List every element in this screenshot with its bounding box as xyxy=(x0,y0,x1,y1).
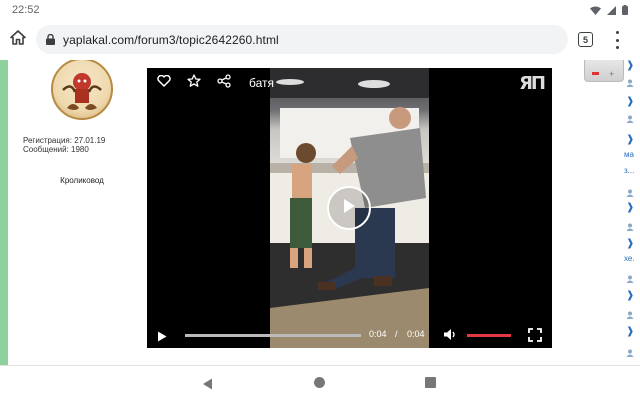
tab-switcher-button[interactable]: 5 xyxy=(578,32,593,47)
post-accent-stripe xyxy=(0,60,8,365)
user-icon xyxy=(626,218,634,231)
message-count: Сообщений: 1980 xyxy=(23,145,89,154)
share-icon[interactable] xyxy=(217,73,231,93)
time-separator: / xyxy=(395,329,398,339)
nav-home-icon[interactable] xyxy=(314,377,325,388)
lock-icon xyxy=(46,34,55,45)
zoom-out-icon[interactable] xyxy=(592,72,599,75)
user-icon xyxy=(626,270,634,283)
zoom-in-icon[interactable]: + xyxy=(609,69,614,79)
progress-bar[interactable] xyxy=(185,334,361,337)
system-nav-bar xyxy=(0,366,640,400)
video-player[interactable]: батя ЯП 0:04 / 0:04 xyxy=(147,68,552,348)
user-avatar[interactable] xyxy=(51,60,113,120)
play-button[interactable] xyxy=(327,186,371,230)
fullscreen-icon[interactable] xyxy=(528,328,542,347)
wifi-icon xyxy=(590,6,601,15)
snippet-text[interactable]: ма xyxy=(624,150,634,159)
play-icon xyxy=(342,198,356,219)
browser-toolbar: yaplakal.com/forum3/topic2642260.html 5 xyxy=(0,20,640,60)
status-icons xyxy=(590,5,628,15)
current-time: 0:04 xyxy=(369,329,387,339)
reply-arrow-icon[interactable]: ❱ xyxy=(626,202,634,213)
reply-arrow-icon[interactable]: ❱ xyxy=(626,96,634,107)
total-time: 0:04 xyxy=(407,329,425,339)
username[interactable]: Кроликовод xyxy=(22,176,142,185)
player-controls: 0:04 / 0:04 xyxy=(147,322,552,348)
volume-icon[interactable] xyxy=(443,328,457,346)
snippet-text[interactable]: хе. xyxy=(624,254,635,263)
home-icon xyxy=(10,30,26,50)
reply-arrow-icon[interactable]: ❱ xyxy=(626,238,634,249)
zoom-control[interactable]: + xyxy=(584,60,624,82)
reply-arrow-icon[interactable]: ❱ xyxy=(626,326,634,337)
nav-recent-icon[interactable] xyxy=(425,377,436,388)
signal-icon xyxy=(607,5,616,15)
reply-arrow-icon[interactable]: ❱ xyxy=(626,60,634,71)
registration-date: Регистрация: 27.01.19 xyxy=(23,136,106,145)
address-bar[interactable]: yaplakal.com/forum3/topic2642260.html xyxy=(36,25,568,54)
user-icon xyxy=(626,306,634,319)
yap-logo: ЯП xyxy=(519,73,546,94)
progress-fill xyxy=(185,334,361,337)
user-icon xyxy=(626,184,634,197)
reply-arrow-icon[interactable]: ❱ xyxy=(626,290,634,301)
status-bar: 22:52 xyxy=(0,0,640,20)
star-icon[interactable] xyxy=(187,74,201,92)
user-icon xyxy=(626,110,634,123)
status-time: 22:52 xyxy=(12,4,40,16)
page-content: Кроликовод Регистрация: 27.01.19 Сообщен… xyxy=(0,60,640,365)
right-sidebar-strip: ❱ ❱ ❱ ма з... ❱ ❱ хе. ❱ ❱ xyxy=(620,60,640,365)
user-icon xyxy=(626,74,634,87)
url-text: yaplakal.com/forum3/topic2642260.html xyxy=(63,32,279,47)
nav-back-icon[interactable] xyxy=(202,377,213,395)
snippet-text[interactable]: з... xyxy=(624,166,634,175)
heart-icon[interactable] xyxy=(157,74,171,92)
player-top-bar: батя xyxy=(147,68,552,98)
user-icon xyxy=(626,344,634,357)
video-title: батя xyxy=(249,76,275,90)
control-play-icon[interactable] xyxy=(157,329,167,347)
reply-arrow-icon[interactable]: ❱ xyxy=(626,134,634,145)
battery-icon xyxy=(622,5,628,15)
home-button[interactable] xyxy=(0,22,36,58)
volume-slider[interactable] xyxy=(467,334,511,337)
forum-post: Кроликовод Регистрация: 27.01.19 Сообщен… xyxy=(12,60,624,365)
browser-menu-button[interactable] xyxy=(613,31,621,49)
